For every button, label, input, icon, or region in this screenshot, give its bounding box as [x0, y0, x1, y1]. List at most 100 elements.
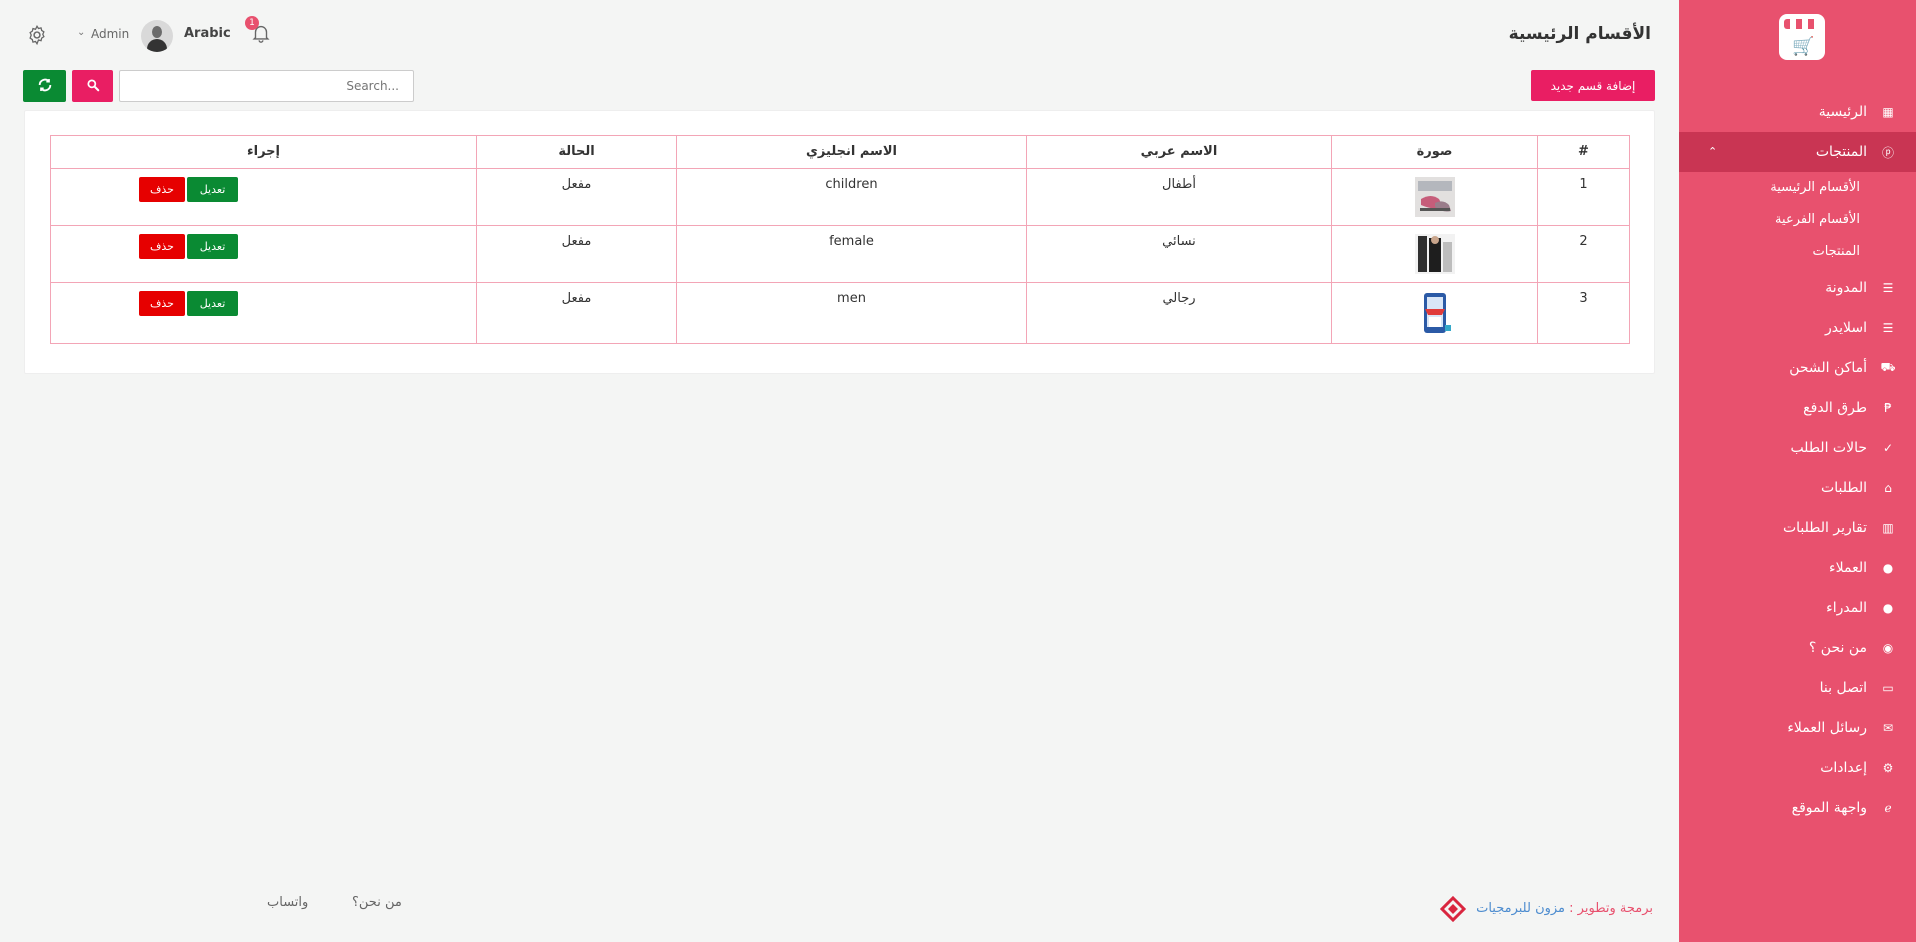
- category-thumbnail[interactable]: [1414, 234, 1455, 274]
- sidebar-item-payment[interactable]: طرق الدفع ₱: [1679, 388, 1916, 428]
- delete-button[interactable]: حذف: [139, 234, 185, 259]
- gear-icon: ⚙: [1882, 761, 1894, 775]
- language-switcher[interactable]: Arabic: [184, 26, 231, 41]
- edit-button[interactable]: تعديل: [187, 177, 238, 202]
- chevron-down-icon[interactable]: ⌄: [77, 27, 85, 38]
- col-header-name-en: الاسم انجليزي: [676, 135, 1027, 169]
- sidebar-item-contact[interactable]: اتصل بنا ▭: [1679, 668, 1916, 708]
- product-icon: ⓟ: [1881, 145, 1894, 160]
- add-category-button[interactable]: إضافة قسم جديد: [1531, 70, 1655, 101]
- sidebar-item-slider[interactable]: اسلايدر ☰: [1679, 308, 1916, 348]
- avatar[interactable]: [141, 20, 173, 52]
- sidebar-item-orders[interactable]: الطلبات ⌂: [1679, 468, 1916, 508]
- sidebar-item-label: رسائل العملاء: [1787, 720, 1867, 736]
- eye-icon: ◉: [1882, 641, 1894, 655]
- internet-explorer-icon: ℯ: [1884, 801, 1892, 815]
- gear-icon[interactable]: [26, 24, 48, 46]
- cell-name-ar: نسائي: [1026, 225, 1332, 283]
- cell-status: مفعل: [476, 225, 677, 283]
- refresh-button[interactable]: [23, 70, 66, 102]
- delete-button[interactable]: حذف: [139, 291, 185, 316]
- cell-name-ar: أطفال: [1026, 168, 1332, 226]
- table-row: 1 أطفال children مفعل حذف تعديل: [50, 168, 1630, 226]
- categories-table: # صورة الاسم عربي الاسم انجليزي الحالة إ…: [50, 135, 1630, 344]
- sliders-icon: ☰: [1882, 321, 1894, 335]
- sidebar-item-label: واجهة الموقع: [1791, 800, 1867, 816]
- cell-actions: حذف تعديل: [50, 282, 477, 344]
- search-icon: [86, 78, 99, 91]
- submenu-item-products[interactable]: المنتجات: [1679, 236, 1860, 268]
- sidebar-item-customers[interactable]: العملاء ●: [1679, 548, 1916, 588]
- sidebar-item-label: إعدادات: [1820, 760, 1867, 776]
- sidebar-nav: الرئيسية ▦ ⌃ المنتجات ⓟ الأقسام الرئيسية…: [1679, 92, 1916, 828]
- sidebar-item-order-statuses[interactable]: حالات الطلب ✓: [1679, 428, 1916, 468]
- awning-icon: [1784, 19, 1820, 29]
- chevron-up-icon[interactable]: ⌃: [1708, 145, 1717, 158]
- sidebar-item-order-reports[interactable]: تقارير الطلبات ▥: [1679, 508, 1916, 548]
- category-thumbnail[interactable]: [1414, 177, 1455, 217]
- paypal-icon: ₱: [1884, 401, 1892, 415]
- search-button[interactable]: [72, 70, 113, 102]
- footer-about-link[interactable]: من نحن؟: [352, 895, 402, 910]
- footer-credit: برمجة وتطوير : مزون للبرمجيات: [1476, 901, 1653, 916]
- submenu-item-sub-categories[interactable]: الأقسام الفرعية: [1679, 204, 1860, 236]
- cell-id: 2: [1537, 225, 1630, 283]
- cell-id: 1: [1537, 168, 1630, 226]
- sidebar-item-about[interactable]: من نحن ؟ ◉: [1679, 628, 1916, 668]
- col-header-name-ar: الاسم عربي: [1026, 135, 1332, 169]
- user-icon: ●: [1882, 561, 1894, 575]
- sidebar-item-label: من نحن ؟: [1808, 640, 1867, 656]
- store-logo[interactable]: 🛒: [1779, 14, 1825, 60]
- table-row: 2 نسائي female مفعل حذف تعديل: [50, 225, 1630, 283]
- cell-id: 3: [1537, 282, 1630, 344]
- table-row: 3 رجالي men مفعل حذف تعديل: [50, 282, 1630, 344]
- sidebar-item-label: تقارير الطلبات: [1782, 520, 1867, 536]
- sidebar-item-label: المدونة: [1825, 280, 1867, 296]
- sidebar-item-label: العملاء: [1829, 560, 1867, 576]
- submenu-item-main-categories[interactable]: الأقسام الرئيسية: [1679, 172, 1860, 204]
- cell-name-en: children: [676, 168, 1027, 226]
- footer-whatsapp-link[interactable]: واتساب: [267, 895, 308, 910]
- sidebar-item-shipping[interactable]: أماكن الشحن ⛟: [1679, 348, 1916, 388]
- sidebar-item-blog[interactable]: المدونة ☰: [1679, 268, 1916, 308]
- cell-actions: حذف تعديل: [50, 225, 477, 283]
- edit-button[interactable]: تعديل: [187, 234, 238, 259]
- brand-logo-icon[interactable]: [1440, 896, 1466, 922]
- cell-status: مفعل: [476, 282, 677, 344]
- sidebar-item-label: طرق الدفع: [1803, 400, 1867, 416]
- user-icon: ●: [1882, 601, 1894, 615]
- sidebar: 🛒 الرئيسية ▦ ⌃ المنتجات ⓟ الأقسام الرئيس…: [1679, 0, 1916, 942]
- delete-button[interactable]: حذف: [139, 177, 185, 202]
- avatar-body: [147, 39, 167, 52]
- sidebar-item-products[interactable]: ⌃ المنتجات ⓟ: [1679, 132, 1916, 172]
- chart-icon: ▥: [1882, 521, 1894, 535]
- categories-card: # صورة الاسم عربي الاسم انجليزي الحالة إ…: [24, 110, 1655, 374]
- sidebar-item-settings[interactable]: إعدادات ⚙: [1679, 748, 1916, 788]
- sidebar-item-admins[interactable]: المدراء ●: [1679, 588, 1916, 628]
- table-header-row: # صورة الاسم عربي الاسم انجليزي الحالة إ…: [50, 135, 1630, 169]
- credit-brand-link[interactable]: مزون للبرمجيات: [1476, 901, 1565, 916]
- cell-status: مفعل: [476, 168, 677, 226]
- sidebar-item-label: المدراء: [1826, 600, 1867, 616]
- page-title: الأقسام الرئيسية: [1508, 24, 1651, 44]
- cell-name-ar: رجالي: [1026, 282, 1332, 344]
- edit-button[interactable]: تعديل: [187, 291, 238, 316]
- cell-image: [1331, 225, 1538, 283]
- sidebar-item-label: المنتجات: [1815, 144, 1867, 160]
- sidebar-item-messages[interactable]: رسائل العملاء ✉: [1679, 708, 1916, 748]
- search-input[interactable]: [119, 70, 414, 102]
- col-header-id: #: [1537, 135, 1630, 169]
- sidebar-item-label: اسلايدر: [1825, 320, 1867, 336]
- envelope-icon: ✉: [1882, 721, 1894, 735]
- sidebar-item-home[interactable]: الرئيسية ▦: [1679, 92, 1916, 132]
- admin-username[interactable]: Admin: [91, 27, 129, 41]
- cell-image: [1331, 168, 1538, 226]
- category-thumbnail[interactable]: [1414, 291, 1455, 339]
- sidebar-item-storefront[interactable]: واجهة الموقع ℯ: [1679, 788, 1916, 828]
- check-circle-icon: ✓: [1882, 441, 1894, 455]
- sidebar-item-label: حالات الطلب: [1790, 440, 1867, 456]
- basket-icon: ⌂: [1884, 481, 1892, 495]
- col-header-actions: إجراء: [50, 135, 477, 169]
- cell-name-en: female: [676, 225, 1027, 283]
- cart-icon: 🛒: [1792, 36, 1815, 57]
